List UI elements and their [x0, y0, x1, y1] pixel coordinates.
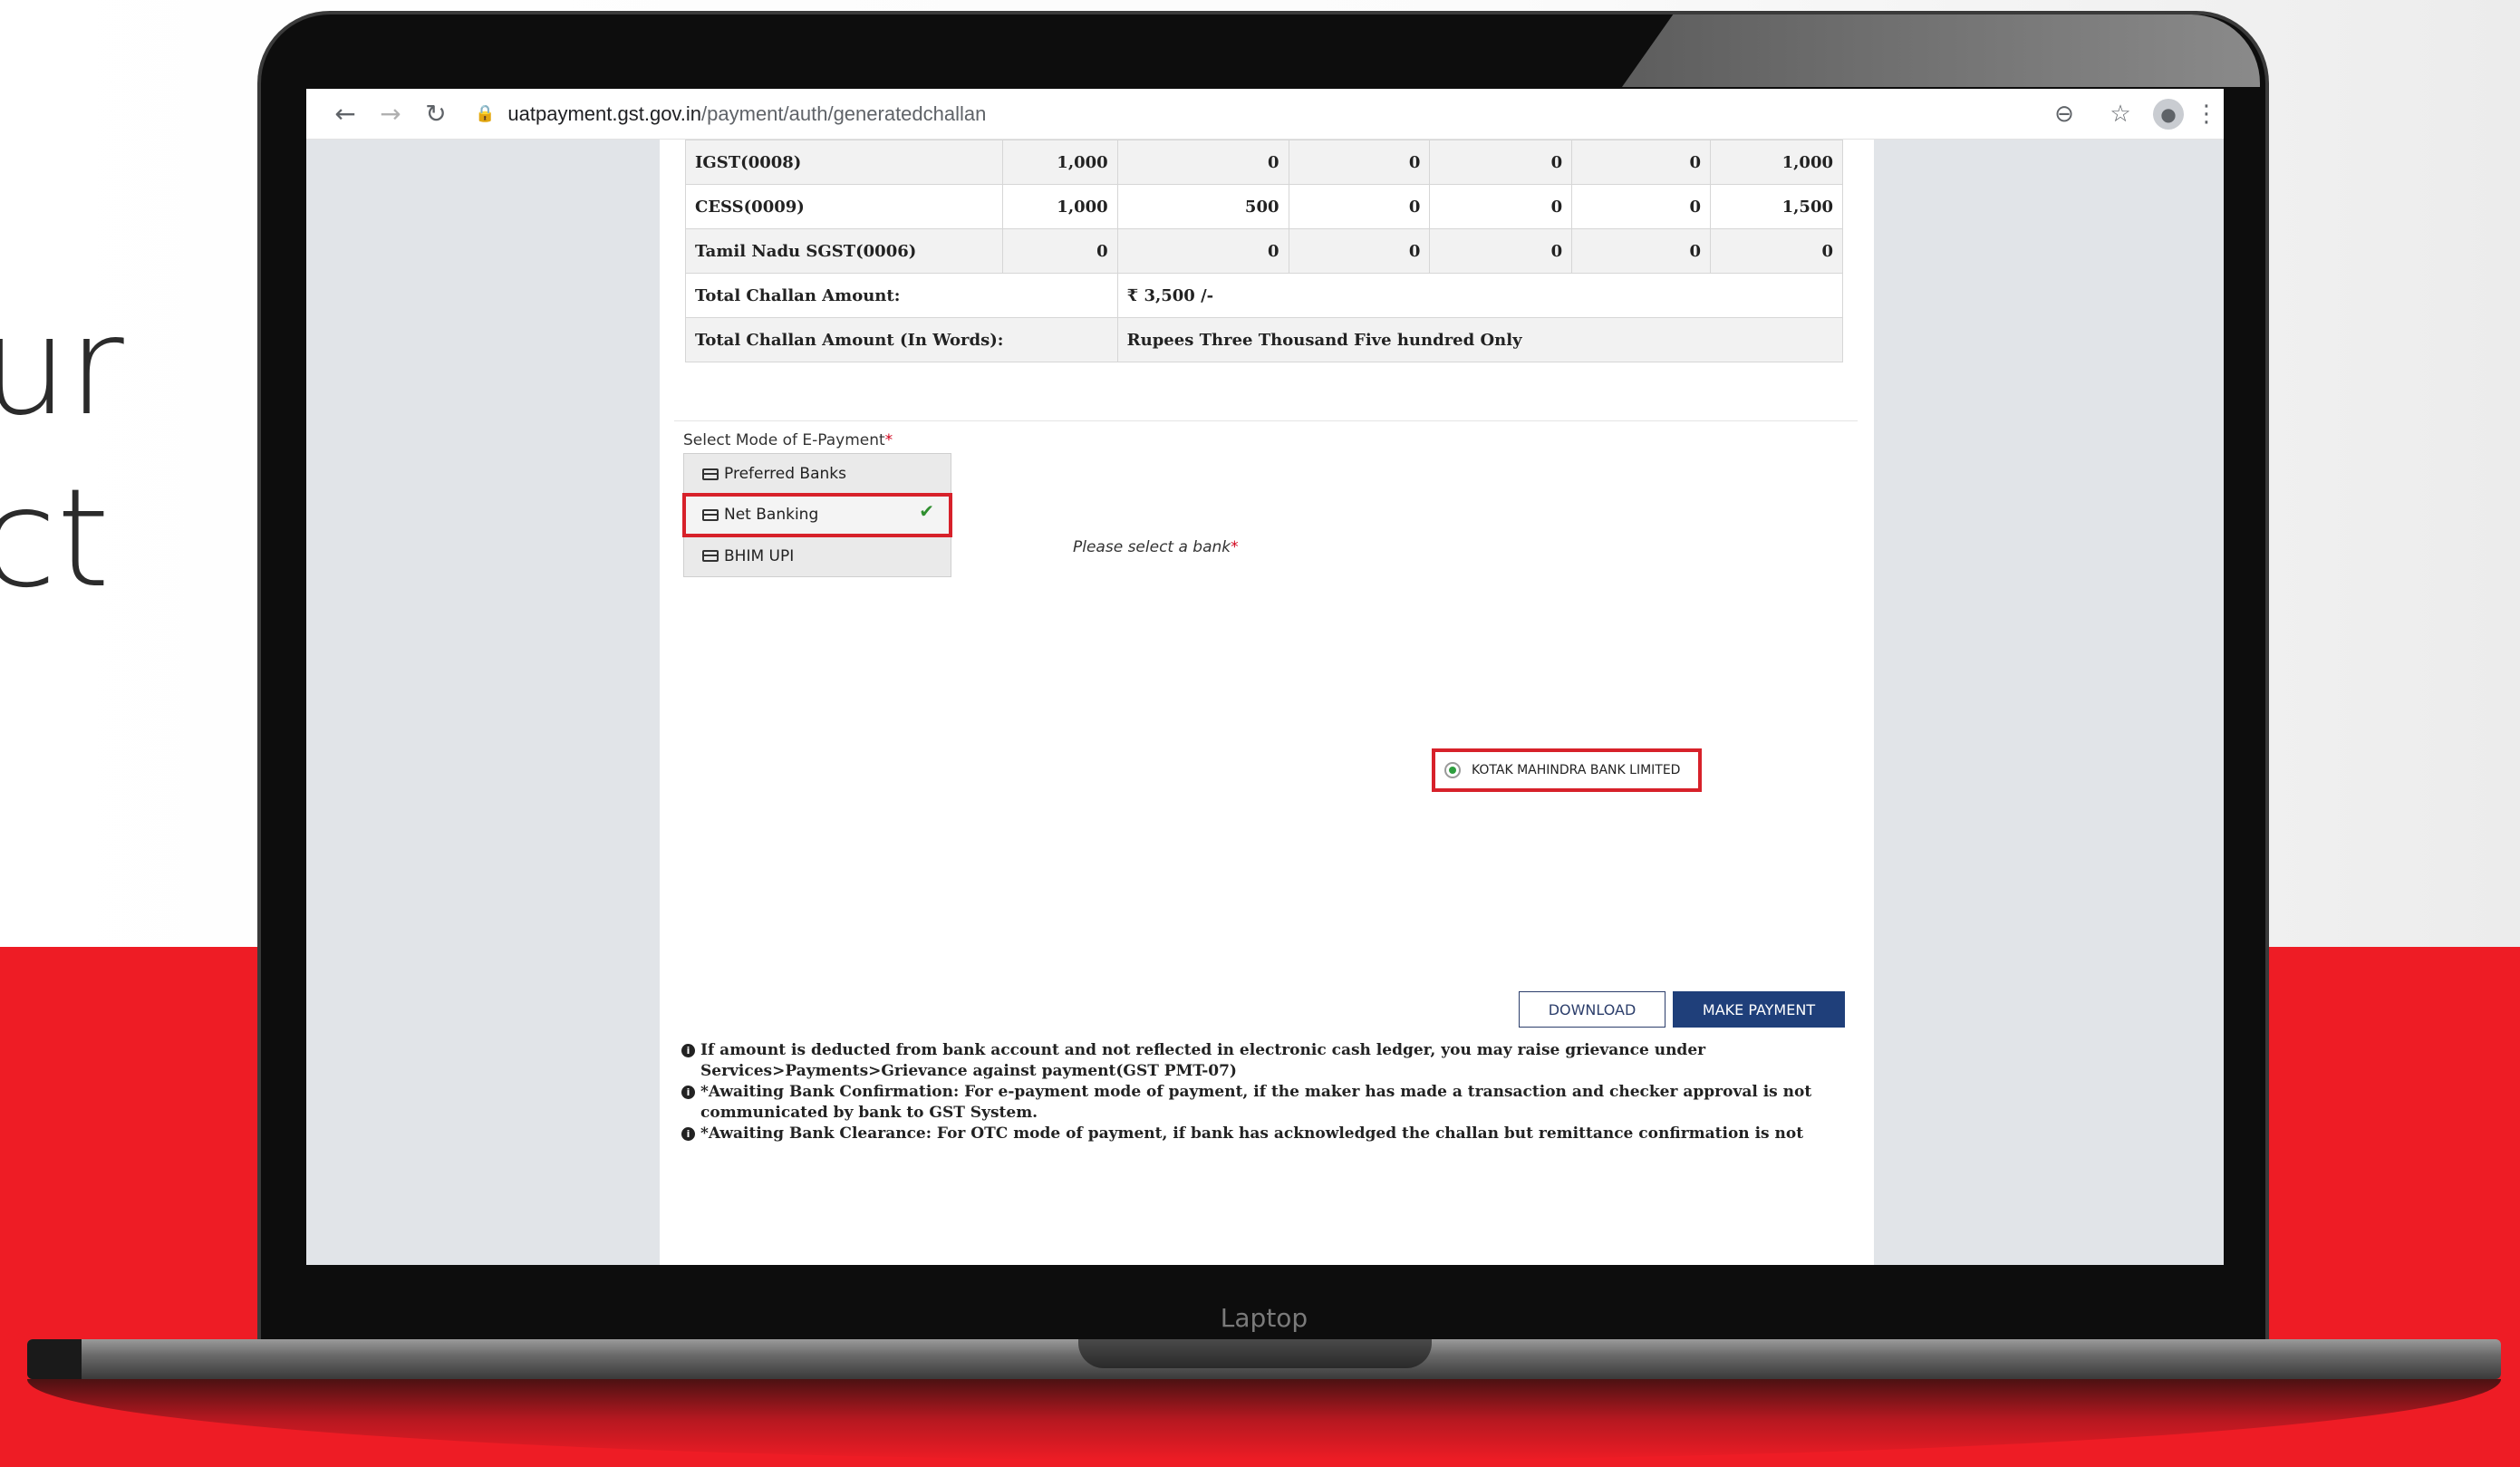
section-divider: [674, 420, 1858, 421]
address-bar[interactable]: uatpayment.gst.gov.in/payment/auth/gener…: [507, 102, 986, 126]
note-text: *Awaiting Bank Confirmation: For e-payme…: [700, 1083, 1812, 1122]
amount-cell: 0: [1429, 184, 1573, 229]
amount-cell: 0: [1116, 140, 1289, 185]
total-cell: 0: [1710, 228, 1843, 274]
total-amount-value: ₹ 3,500 /-: [1116, 273, 1844, 318]
back-icon[interactable]: ←: [323, 99, 368, 129]
laptop-screen: ← → ↻ 🔒 uatpayment.gst.gov.in/payment/au…: [306, 89, 2224, 1265]
browser-toolbar: ← → ↻ 🔒 uatpayment.gst.gov.in/payment/au…: [306, 89, 2224, 140]
note-text: If amount is deducted from bank account …: [700, 1041, 1706, 1080]
lock-icon[interactable]: 🔒: [475, 104, 495, 123]
amount-cell: 0: [1571, 184, 1712, 229]
amount-cell: 0: [1429, 140, 1573, 185]
tax-head-cell: Tamil Nadu SGST(0006): [685, 228, 1003, 274]
amount-cell: 0: [1429, 228, 1573, 274]
url-path: /payment/auth/generatedchallan: [701, 101, 987, 125]
info-icon: i: [681, 1127, 695, 1141]
info-icon: i: [681, 1086, 695, 1099]
note-text: *Awaiting Bank Clearance: For OTC mode o…: [700, 1124, 1804, 1142]
mode-label: Net Banking: [724, 506, 819, 524]
challan-table: IGST(0008) 1,000 0 0 0 0 1,000 CESS(0009…: [685, 140, 1844, 362]
laptop-base-notch: [1078, 1339, 1432, 1368]
total-cell: 1,000: [1710, 140, 1843, 185]
mode-label: BHIM UPI: [724, 546, 795, 565]
required-mark: *: [884, 431, 893, 449]
mode-preferred-banks[interactable]: Preferred Banks: [684, 454, 951, 495]
card-icon: [702, 468, 719, 480]
amount-cell: 500: [1116, 184, 1289, 229]
challan-content: IGST(0008) 1,000 0 0 0 0 1,000 CESS(0009…: [660, 140, 1874, 1265]
amount-in-words-row: Total Challan Amount (In Words): Rupees …: [685, 317, 1844, 362]
total-cell: 1,500: [1710, 184, 1843, 229]
note-item: i *Awaiting Bank Confirmation: For e-paym…: [681, 1082, 1878, 1124]
note-item: i *Awaiting Bank Clearance: For OTC mode …: [681, 1124, 1878, 1142]
laptop-brand-label: Laptop: [1220, 1303, 1308, 1333]
amount-cell: 0: [1001, 228, 1118, 274]
lid-reflection: [1622, 14, 2260, 87]
make-payment-button[interactable]: MAKE PAYMENT: [1673, 991, 1845, 1028]
payment-mode-label: Select Mode of E-Payment*: [683, 431, 893, 449]
card-icon: [702, 550, 719, 562]
profile-icon[interactable]: ●: [2153, 99, 2184, 130]
mode-net-banking[interactable]: Net Banking ✔: [682, 493, 952, 537]
card-icon: [702, 508, 719, 521]
table-row: IGST(0008) 1,000 0 0 0 0 1,000: [685, 140, 1843, 185]
reload-icon[interactable]: ↻: [413, 99, 459, 129]
amount-cell: 0: [1288, 140, 1431, 185]
url-host: uatpayment.gst.gov.in: [507, 101, 702, 125]
side-text-line2: ct: [0, 460, 111, 618]
total-amount-label: Total Challan Amount:: [685, 273, 1118, 318]
zoom-out-icon[interactable]: ⊖: [2041, 101, 2088, 128]
tax-head-cell: CESS(0009): [685, 184, 1003, 229]
laptop-base-cap: [27, 1339, 82, 1379]
required-mark: *: [1231, 538, 1239, 556]
amount-in-words-value: Rupees Three Thousand Five hundred Only: [1116, 317, 1844, 362]
side-text-line1: ur: [0, 288, 124, 446]
star-icon[interactable]: ☆: [2097, 101, 2144, 128]
table-row: Tamil Nadu SGST(0006) 0 0 0 0 0 0: [685, 228, 1843, 274]
menu-icon[interactable]: ⋮: [2193, 101, 2220, 128]
page-background: IGST(0008) 1,000 0 0 0 0 1,000 CESS(0009…: [306, 140, 2224, 1265]
payment-mode-label-text: Select Mode of E-Payment: [683, 431, 885, 449]
amount-cell: 0: [1116, 228, 1289, 274]
tax-head-cell: IGST(0008): [685, 140, 1003, 185]
mode-bhim-upi[interactable]: BHIM UPI: [684, 536, 951, 576]
download-button[interactable]: DOWNLOAD: [1519, 991, 1666, 1028]
bank-option-kotak[interactable]: KOTAK MAHINDRA BANK LIMITED: [1432, 748, 1702, 792]
note-item: i If amount is deducted from bank account…: [681, 1040, 1878, 1082]
browser-actions: ⊖ ☆ ● ⋮: [2041, 89, 2224, 140]
amount-in-words-label: Total Challan Amount (In Words):: [685, 317, 1118, 362]
payment-mode-list: Preferred Banks Net Banking ✔ BHIM UPI: [682, 453, 952, 577]
total-amount-row: Total Challan Amount: ₹ 3,500 /-: [685, 273, 1844, 318]
amount-cell: 0: [1288, 228, 1431, 274]
mode-label: Preferred Banks: [724, 465, 846, 483]
bank-prompt-text: Please select a bank: [1073, 538, 1231, 556]
bank-name: KOTAK MAHINDRA BANK LIMITED: [1472, 763, 1681, 777]
forward-icon[interactable]: →: [368, 99, 413, 129]
amount-cell: 1,000: [1001, 140, 1118, 185]
bank-prompt: Please select a bank*: [1073, 538, 1239, 556]
amount-cell: 0: [1571, 140, 1712, 185]
amount-cell: 0: [1288, 184, 1431, 229]
payment-notes: i If amount is deducted from bank account…: [681, 1040, 1878, 1142]
info-icon: i: [681, 1044, 695, 1057]
checkmark-icon: ✔: [919, 500, 934, 522]
radio-selected-icon[interactable]: [1444, 762, 1461, 778]
table-row: CESS(0009) 1,000 500 0 0 0 1,500: [685, 184, 1843, 229]
amount-cell: 0: [1571, 228, 1712, 274]
amount-cell: 1,000: [1001, 184, 1118, 229]
